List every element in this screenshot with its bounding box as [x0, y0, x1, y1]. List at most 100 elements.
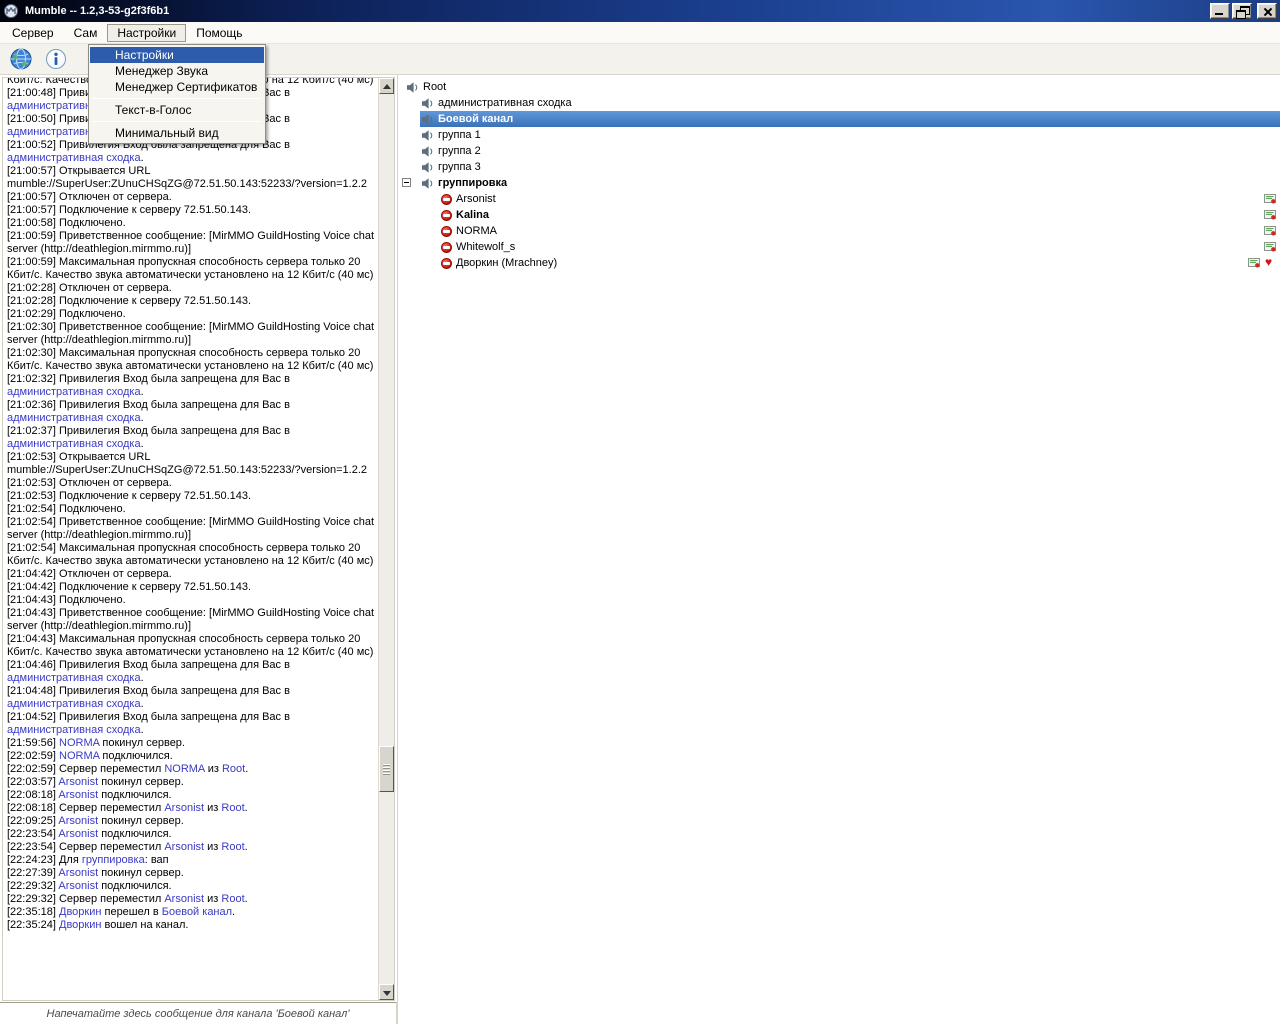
user-muted-icon [441, 258, 452, 269]
close-icon[interactable] [1257, 3, 1277, 19]
minimize-icon[interactable] [1210, 3, 1230, 19]
log-text: . [141, 386, 144, 398]
log-entry: [21:02:32] Привилегия Вход была запрещен… [7, 373, 375, 399]
restore-icon[interactable] [1232, 3, 1252, 19]
log-entry: [22:23:54] Сервер переместил Arsonist из… [7, 841, 375, 854]
tree-user-row[interactable]: Kalina [398, 207, 1280, 223]
log-link[interactable]: административная сходка [7, 412, 141, 424]
settings-menu-item[interactable]: Минимальный вид [90, 125, 264, 141]
tree-row-body: Боевой канал [420, 111, 1280, 127]
collapse-expander-icon[interactable] [402, 178, 411, 187]
tree-label: Боевой канал [438, 113, 513, 125]
connect-globe-icon[interactable] [8, 46, 34, 72]
log-link[interactable]: Боевой канал [162, 906, 232, 918]
tree-label: Arsonist [456, 193, 496, 205]
scroll-down-icon[interactable] [379, 984, 394, 1000]
log-link[interactable]: Root [221, 841, 244, 853]
log-entry: [21:02:53] Открывается URL mumble://Supe… [7, 451, 375, 477]
log-link[interactable]: Дворкин [59, 906, 101, 918]
tree-label: Root [423, 81, 446, 93]
tree-user-row[interactable]: Whitewolf_s [398, 239, 1280, 255]
log-link[interactable]: Arsonist [58, 789, 98, 801]
log-entry: [21:02:28] Подключение к серверу 72.51.5… [7, 295, 375, 308]
log-entry: [22:35:24] Дворкин вошел на канал. [7, 919, 375, 932]
settings-menu-item[interactable]: Менеджер Звука [90, 63, 264, 79]
tree-channel-row[interactable]: группировка [398, 175, 1280, 191]
log-link[interactable]: административная сходка [7, 152, 141, 164]
log-link[interactable]: NORMA [59, 737, 99, 749]
tree-label: группа 1 [438, 129, 481, 141]
log-text: покинул сервер. [98, 776, 184, 788]
menu-item[interactable]: Сам [64, 24, 108, 42]
tree-channel-row[interactable]: группа 2 [398, 143, 1280, 159]
settings-menu-item[interactable]: Настройки [90, 47, 264, 63]
log-link[interactable]: группировка [82, 854, 145, 866]
log-link[interactable]: Arsonist [58, 867, 98, 879]
log-link[interactable]: Arsonist [164, 893, 204, 905]
log-link[interactable]: NORMA [59, 750, 99, 762]
log-text: из [205, 763, 222, 775]
log-entry: [22:29:32] Arsonist подключился. [7, 880, 375, 893]
log-text: [21:04:48] Привилегия Вход была запрещен… [7, 685, 290, 697]
chat-log: Кбит/с. Качество звука автоматически уст… [5, 78, 377, 1000]
log-link[interactable]: NORMA [164, 763, 204, 775]
scroll-up-icon[interactable] [379, 78, 394, 94]
log-text: [21:04:52] Привилегия Вход была запрещен… [7, 711, 290, 723]
log-text: . [245, 763, 248, 775]
tree-indent [398, 239, 440, 255]
log-link[interactable]: административная сходка [7, 672, 141, 684]
log-link[interactable]: Arsonist [58, 880, 98, 892]
menu-item[interactable]: Настройки [107, 24, 186, 42]
log-link[interactable]: Root [222, 763, 245, 775]
log-text: [21:02:54] Приветственное сообщение: [Mi… [7, 516, 374, 541]
menu-item[interactable]: Сервер [2, 24, 64, 42]
tree-channel-row[interactable]: группа 3 [398, 159, 1280, 175]
log-link[interactable]: административная сходка [7, 698, 141, 710]
log-link[interactable]: административная сходка [7, 386, 141, 398]
user-muted-icon [441, 226, 452, 237]
log-link[interactable]: Arsonist [164, 841, 204, 853]
log-text: [21:02:28] Подключение к серверу 72.51.5… [7, 295, 251, 307]
friend-icon [1265, 257, 1277, 269]
tree-user-row[interactable]: NORMA [398, 223, 1280, 239]
log-link[interactable]: Дворкин [59, 919, 101, 931]
menu-separator [92, 98, 262, 99]
log-text: [21:00:57] Открывается URL mumble://Supe… [7, 165, 367, 190]
tree-label: административная сходка [438, 97, 572, 109]
tree-user-row[interactable]: Дворкин (Mrachney) [398, 255, 1280, 271]
authenticated-icon [1264, 241, 1277, 253]
log-entry: [21:04:46] Привилегия Вход была запрещен… [7, 659, 375, 685]
log-link[interactable]: Arsonist [58, 776, 98, 788]
log-scrollbar[interactable] [378, 78, 394, 1000]
channel-icon [421, 177, 434, 190]
tree-indent [398, 255, 440, 271]
menu-item[interactable]: Помощь [186, 24, 252, 42]
settings-menu-item[interactable]: Текст-в-Голос [90, 102, 264, 118]
log-text: подключился. [99, 750, 172, 762]
log-link[interactable]: административная сходка [7, 438, 141, 450]
log-text: . [232, 906, 235, 918]
tree-indent [398, 207, 440, 223]
log-text: [21:04:43] Подключено. [7, 594, 126, 606]
log-link[interactable]: Root [221, 802, 244, 814]
tree-label: группировка [438, 177, 507, 189]
chat-message-input[interactable] [0, 1003, 396, 1024]
tree-channel-row[interactable]: Боевой канал [398, 111, 1280, 127]
log-text: [21:02:30] Приветственное сообщение: [Mi… [7, 321, 374, 346]
log-link[interactable]: административная сходка [7, 724, 141, 736]
log-text: подключился. [98, 880, 171, 892]
tree-user-row[interactable]: Arsonist [398, 191, 1280, 207]
scrollbar-thumb[interactable] [379, 746, 394, 792]
info-icon[interactable] [43, 46, 69, 72]
tree-channel-row[interactable]: административная сходка [398, 95, 1280, 111]
log-link[interactable]: Arsonist [58, 815, 98, 827]
log-text: . [245, 802, 248, 814]
log-link[interactable]: Arsonist [164, 802, 204, 814]
tree-channel-row[interactable]: группа 1 [398, 127, 1280, 143]
log-link[interactable]: Root [221, 893, 244, 905]
tree-row-body: Дворкин (Mrachney) [440, 255, 1280, 271]
tree-label: группа 3 [438, 161, 481, 173]
tree-channel-row[interactable]: Root [398, 79, 1280, 95]
settings-menu-item[interactable]: Менеджер Сертификатов [90, 79, 264, 95]
log-link[interactable]: Arsonist [58, 828, 98, 840]
